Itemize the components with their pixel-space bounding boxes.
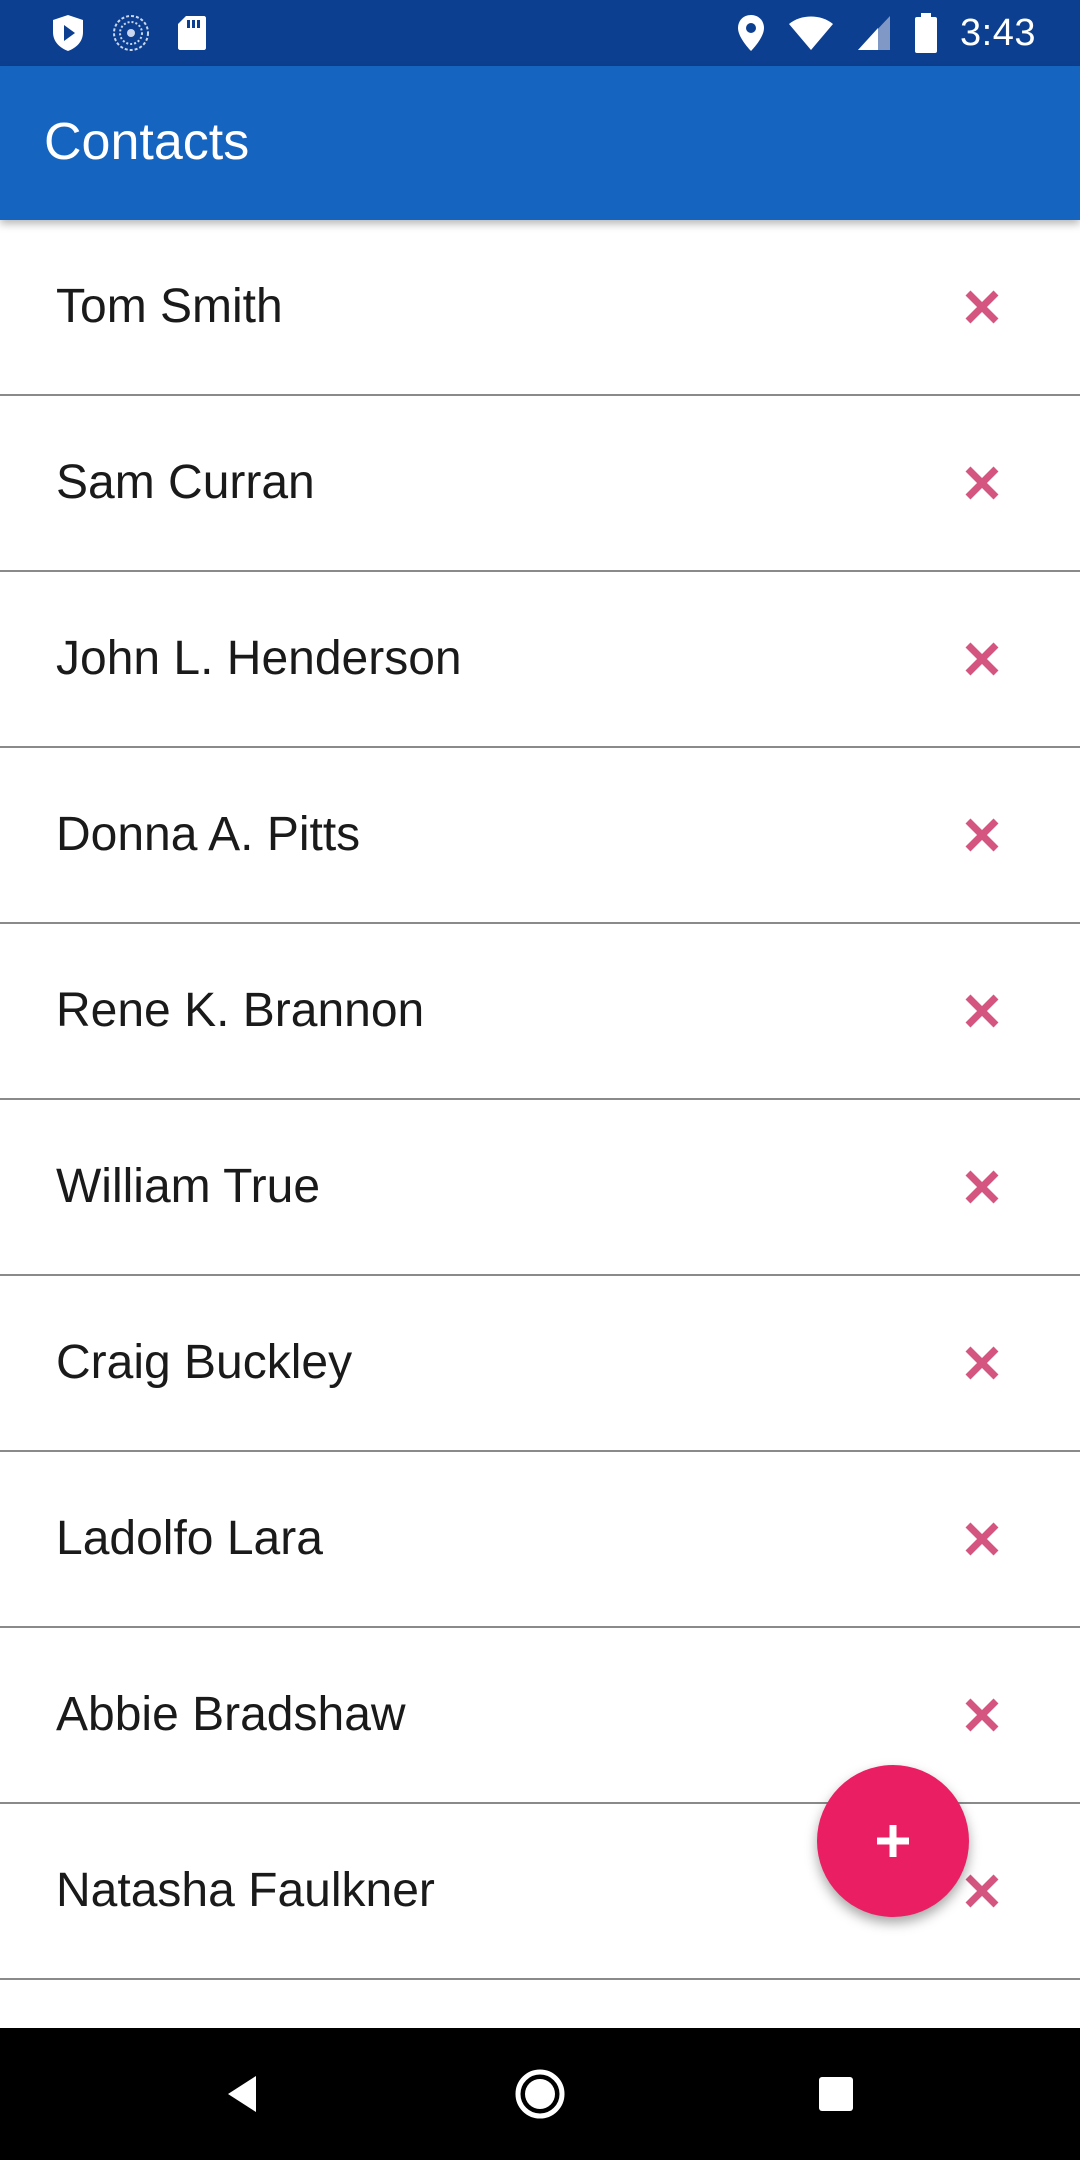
contact-name: Donna A. Pitts — [56, 808, 361, 861]
delete-contact-button[interactable] — [960, 1517, 1004, 1561]
contact-name: Tom Smith — [56, 280, 283, 333]
list-item[interactable] — [0, 1980, 1080, 2028]
app-bar: Contacts — [0, 66, 1080, 220]
contact-name: John L. Henderson — [56, 632, 462, 685]
wifi-icon — [788, 14, 834, 52]
location-icon — [736, 13, 766, 53]
recents-button[interactable] — [808, 2066, 864, 2122]
contact-name: William True — [56, 1160, 321, 1213]
navigation-bar — [0, 2028, 1080, 2160]
delete-contact-button[interactable] — [960, 1869, 1004, 1913]
status-left-icons — [50, 12, 208, 54]
close-icon — [965, 642, 999, 676]
close-icon — [965, 1874, 999, 1908]
delete-contact-button[interactable] — [960, 461, 1004, 505]
sync-icon — [112, 14, 150, 52]
delete-contact-button[interactable] — [960, 1693, 1004, 1737]
contact-name: Craig Buckley — [56, 1336, 353, 1389]
close-icon — [965, 466, 999, 500]
delete-contact-button[interactable] — [960, 813, 1004, 857]
battery-icon — [914, 12, 938, 54]
list-item[interactable]: Tom Smith — [0, 220, 1080, 396]
recents-icon — [819, 2077, 853, 2111]
close-icon — [965, 1522, 999, 1556]
list-item[interactable]: Craig Buckley — [0, 1276, 1080, 1452]
home-button[interactable] — [512, 2066, 568, 2122]
delete-contact-button[interactable] — [960, 285, 1004, 329]
shield-play-icon — [50, 13, 86, 53]
back-icon — [228, 2076, 256, 2112]
list-item[interactable]: Sam Curran — [0, 396, 1080, 572]
delete-contact-button[interactable] — [960, 1341, 1004, 1385]
contact-name: Natasha Faulkner — [56, 1864, 435, 1917]
status-bar: 3:43 — [0, 0, 1080, 66]
close-icon — [965, 1346, 999, 1380]
delete-contact-button[interactable] — [960, 989, 1004, 1033]
contacts-screen: 3:43 Contacts Tom Smith Sam Curran John … — [0, 0, 1080, 2160]
signal-icon — [856, 14, 892, 52]
status-time: 3:43 — [960, 11, 1036, 54]
add-contact-button[interactable] — [817, 1765, 969, 1917]
close-icon — [965, 994, 999, 1028]
close-icon — [965, 818, 999, 852]
list-item[interactable]: John L. Henderson — [0, 572, 1080, 748]
contact-name: Abbie Bradshaw — [56, 1688, 406, 1741]
sd-card-icon — [176, 14, 208, 52]
close-icon — [965, 1698, 999, 1732]
plus-icon — [877, 1825, 909, 1857]
delete-contact-button[interactable] — [960, 637, 1004, 681]
list-item[interactable]: Ladolfo Lara — [0, 1452, 1080, 1628]
list-item[interactable]: William True — [0, 1100, 1080, 1276]
contact-list: Tom Smith Sam Curran John L. Henderson D… — [0, 220, 1080, 2028]
contact-name: Sam Curran — [56, 456, 315, 509]
close-icon — [965, 1170, 999, 1204]
contact-name: Ladolfo Lara — [56, 1512, 323, 1565]
status-right-icons: 3:43 — [736, 10, 1036, 56]
close-icon — [965, 290, 999, 324]
page-title: Contacts — [44, 113, 250, 171]
list-item[interactable]: Donna A. Pitts — [0, 748, 1080, 924]
home-icon — [515, 2069, 565, 2119]
contact-name: Rene K. Brannon — [56, 984, 425, 1037]
delete-contact-button[interactable] — [960, 1165, 1004, 1209]
back-button[interactable] — [214, 2066, 270, 2122]
list-item[interactable]: Rene K. Brannon — [0, 924, 1080, 1100]
